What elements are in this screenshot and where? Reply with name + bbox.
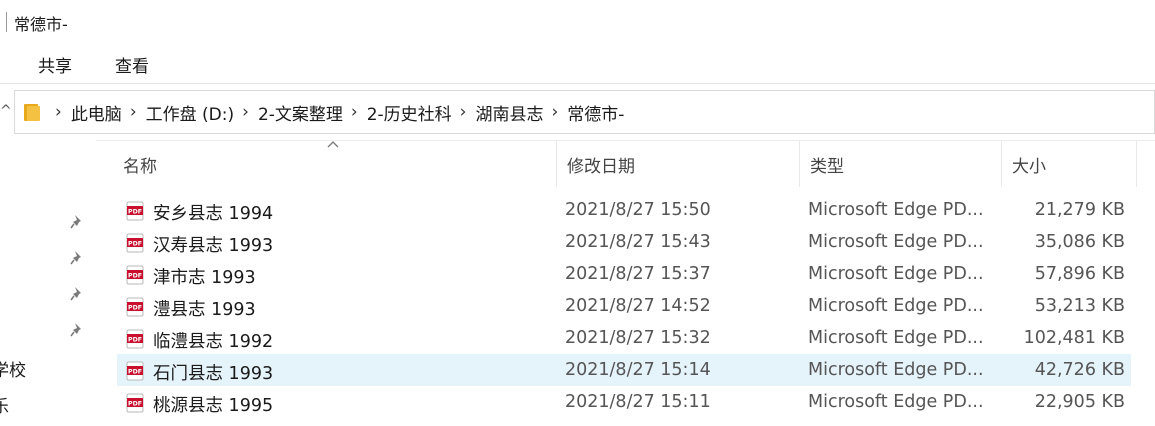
pin-icon[interactable] [70,250,84,266]
svg-text:PDF: PDF [128,400,142,407]
chevron-right-icon[interactable]: › [460,103,467,121]
pin-icon[interactable] [70,214,84,230]
nav-item[interactable]: 乐 [0,392,12,417]
file-row[interactable]: PDF 安乡县志 1994 2021/8/27 15:50 Microsoft Edg… [117,194,1131,226]
pin-icon[interactable] [70,322,84,338]
breadcrumb-item[interactable]: 常德市- [567,100,624,125]
column-header-type[interactable]: 类型 [799,141,1001,187]
file-type: Microsoft Edge PD... [808,264,984,284]
svg-text:PDF: PDF [128,368,142,375]
file-type: Microsoft Edge PD... [808,232,984,252]
breadcrumb: › 此电脑 › 工作盘 (D:) › 2-文案整理 › 2-历史社科 › 湖南县志 › 常德市- [47,91,624,133]
breadcrumb-item[interactable]: 此电脑 [71,100,122,125]
nav-item[interactable]: 学校 [0,356,32,381]
navigation-pane: 学校 乐 [0,140,96,426]
file-list: PDF 安乡县志 1994 2021/8/27 15:50 Microsoft Edg… [117,194,1131,418]
title-bar: 常德市- [0,0,1155,42]
column-header-date[interactable]: 修改日期 [556,141,799,187]
file-name: 津市志 1993 [153,268,256,288]
svg-text:PDF: PDF [128,272,142,279]
pdf-file-icon: PDF [125,233,145,253]
file-type: Microsoft Edge PD... [808,296,984,316]
file-date: 2021/8/27 15:14 [565,360,711,380]
file-date: 2021/8/27 15:11 [565,392,711,412]
file-row[interactable]: PDF 澧县志 1993 2021/8/27 14:52 Microsoft Edge… [117,290,1131,322]
ribbon-tab-view[interactable]: 查看 [115,52,149,77]
file-name: 桃源县志 1995 [153,396,274,416]
column-header-size[interactable]: 大小 [1001,141,1137,187]
file-size: 57,896 KB [1034,264,1125,284]
file-name: 澧县志 1993 [153,300,256,320]
file-list-pane: 名称 修改日期 类型 大小 PDF 安乡县志 1994 2021/8/27 15:5… [96,140,1155,426]
chevron-right-icon[interactable]: › [242,103,249,121]
file-type: Microsoft Edge PD... [808,392,984,412]
column-label: 名称 [123,156,157,177]
chevron-right-icon[interactable]: › [351,103,358,121]
file-row[interactable]: PDF 汉寿县志 1993 2021/8/27 15:43 Microsoft Edg… [117,226,1131,258]
pdf-file-icon: PDF [125,265,145,285]
file-row[interactable]: PDF 津市志 1993 2021/8/27 15:37 Microsoft Edge… [117,258,1131,290]
svg-text:PDF: PDF [128,304,142,311]
breadcrumb-item[interactable]: 工作盘 (D:) [146,100,235,125]
title-separator [6,12,7,32]
file-name: 临澧县志 1992 [153,332,274,352]
file-size: 53,213 KB [1034,296,1125,316]
window-title: 常德市- [14,15,68,34]
file-name: 汉寿县志 1993 [153,236,274,256]
file-name: 石门县志 1993 [153,364,274,384]
ribbon-tab-share[interactable]: 共享 [38,52,72,77]
file-date: 2021/8/27 15:37 [565,264,711,284]
file-size: 21,279 KB [1034,200,1125,220]
breadcrumb-item[interactable]: 湖南县志 [475,100,543,125]
up-caret-icon[interactable]: ^ [0,103,12,119]
file-date: 2021/8/27 14:52 [565,296,711,316]
file-size: 22,905 KB [1034,392,1125,412]
address-bar[interactable]: › 此电脑 › 工作盘 (D:) › 2-文案整理 › 2-历史社科 › 湖南县志 › 常德市- [14,90,1155,134]
breadcrumb-item[interactable]: 2-历史社科 [367,100,452,125]
column-label: 类型 [810,156,844,177]
pdf-file-icon: PDF [125,201,145,221]
file-date: 2021/8/27 15:32 [565,328,711,348]
file-row[interactable]: PDF 石门县志 1993 2021/8/27 15:14 Microsoft Edg… [117,354,1131,386]
file-type: Microsoft Edge PD... [808,328,984,348]
column-header-name[interactable]: 名称 [113,141,556,187]
chevron-right-icon[interactable]: › [130,103,137,121]
file-size: 102,481 KB [1023,328,1125,348]
svg-text:PDF: PDF [128,336,142,343]
column-label: 修改日期 [567,156,635,177]
column-label: 大小 [1012,156,1046,177]
file-type: Microsoft Edge PD... [808,360,984,380]
file-row[interactable]: PDF 临澧县志 1992 2021/8/27 15:32 Microsoft Edg… [117,322,1131,354]
pdf-file-icon: PDF [125,393,145,413]
pdf-file-icon: PDF [125,297,145,317]
file-size: 35,086 KB [1034,232,1125,252]
svg-text:PDF: PDF [128,208,142,215]
file-date: 2021/8/27 15:50 [565,200,711,220]
pdf-file-icon: PDF [125,361,145,381]
address-row: ^ › 此电脑 › 工作盘 (D:) › 2-文案整理 › 2-历史社科 › 湖南县志 › 常德市- [0,84,1155,140]
file-name: 安乡县志 1994 [153,204,274,224]
file-date: 2021/8/27 15:43 [565,232,711,252]
chevron-right-icon[interactable]: › [551,103,558,121]
pdf-file-icon: PDF [125,329,145,349]
file-type: Microsoft Edge PD... [808,200,984,220]
file-row[interactable]: PDF 桃源县志 1995 2021/8/27 15:11 Microsoft Edg… [117,386,1131,418]
svg-text:PDF: PDF [128,240,142,247]
ribbon: 共享 查看 [0,42,1155,84]
folder-icon [24,104,40,121]
file-size: 42,726 KB [1034,360,1125,380]
breadcrumb-item[interactable]: 2-文案整理 [258,100,343,125]
pin-icon[interactable] [70,286,84,302]
chevron-right-icon[interactable]: › [55,103,62,121]
